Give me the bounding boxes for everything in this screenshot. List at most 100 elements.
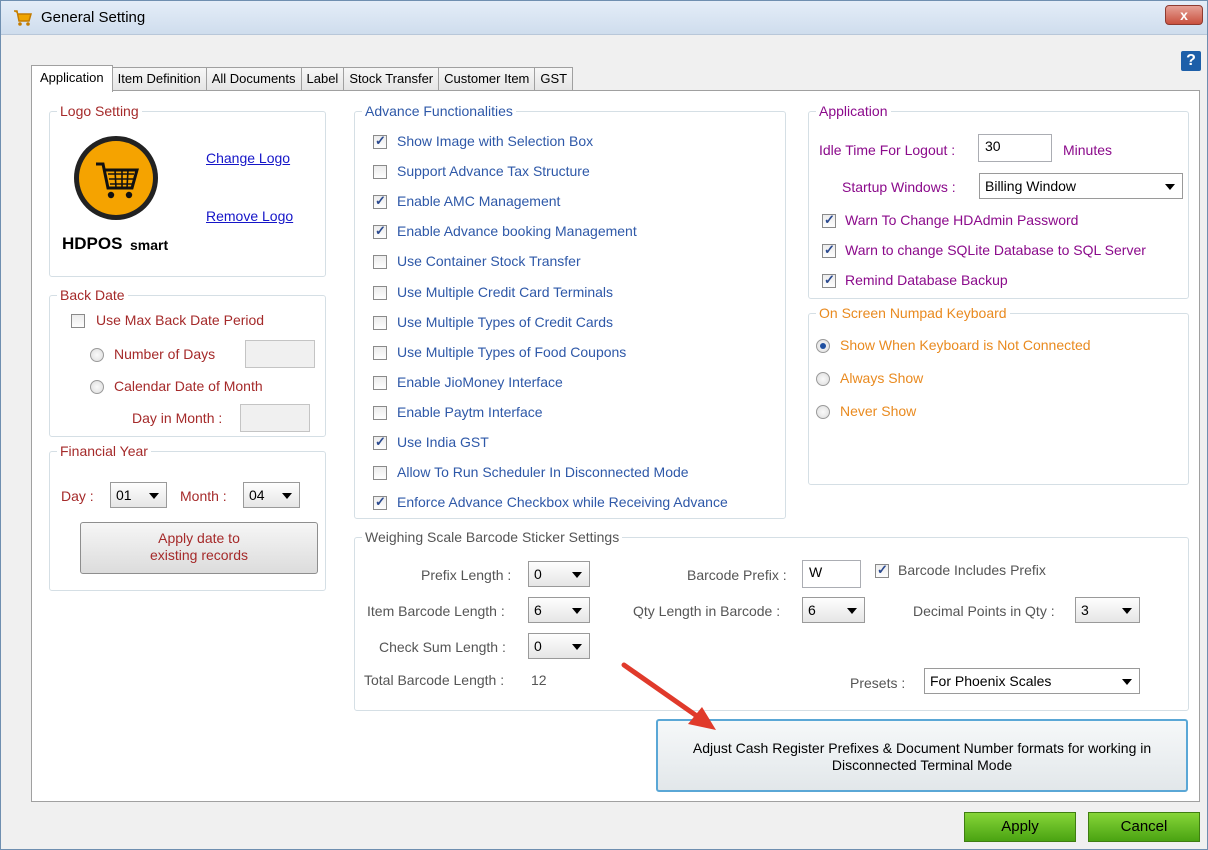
item-barcode-length-select[interactable]: 6 <box>528 597 590 623</box>
advance-option-checkbox[interactable] <box>373 375 387 390</box>
checkbox-label: Enforce Advance Checkbox while Receiving… <box>397 494 728 511</box>
group-title: Application <box>816 103 891 119</box>
group-title: Financial Year <box>57 443 151 459</box>
button-line: Apply date to <box>158 530 240 546</box>
advance-option-checkbox[interactable] <box>373 494 387 511</box>
numpad-option-radio[interactable] <box>816 372 830 386</box>
checkbox-label: Warn To Change HDAdmin Password <box>845 212 1079 228</box>
checkbox-label: Barcode Includes Prefix <box>898 562 1046 578</box>
checkbox-label: Use Multiple Types of Food Coupons <box>397 343 627 360</box>
checkbox-label: Use Multiple Credit Card Terminals <box>397 283 614 300</box>
month-select[interactable]: 04 <box>243 482 300 508</box>
dropdown-arrow-icon <box>847 608 857 614</box>
prefix-length-select[interactable]: 0 <box>528 561 590 587</box>
dropdown-arrow-icon <box>1165 184 1175 190</box>
day-select[interactable]: 01 <box>110 482 167 508</box>
numpad-option-radio[interactable] <box>816 405 830 419</box>
application-group: Application Idle Time For Logout : 30 Mi… <box>808 103 1189 299</box>
hdpos-logo <box>74 136 158 220</box>
check-sum-length-label: Check Sum Length : <box>379 639 506 655</box>
number-of-days-input[interactable] <box>245 340 315 368</box>
numpad-option-radio[interactable] <box>816 339 830 353</box>
change-logo-link[interactable]: Change Logo <box>206 150 290 166</box>
tab-bar: Application Item Definition All Document… <box>31 65 574 92</box>
dropdown-arrow-icon <box>1122 679 1132 685</box>
checkbox-label: Use Max Back Date Period <box>96 312 265 328</box>
checkbox-label: Use Container Stock Transfer <box>397 253 581 270</box>
checkbox-label: Show Image with Selection Box <box>397 133 594 149</box>
use-max-back-date-checkbox[interactable] <box>71 314 85 328</box>
apply-button[interactable]: Apply <box>964 812 1076 842</box>
close-button[interactable]: x <box>1165 5 1203 25</box>
weighing-scale-group: Weighing Scale Barcode Sticker Settings … <box>354 529 1189 711</box>
idle-time-label: Idle Time For Logout : <box>819 142 956 158</box>
month-label: Month : <box>180 488 227 504</box>
advance-option-checkbox[interactable] <box>373 466 387 481</box>
radio-label: Show When Keyboard is Not Connected <box>840 337 1091 353</box>
qty-length-select[interactable]: 6 <box>802 597 865 623</box>
tab-all-documents[interactable]: All Documents <box>205 67 302 91</box>
general-setting-window: General Setting x ? Application Item Def… <box>0 0 1208 850</box>
select-value: 0 <box>534 566 542 582</box>
apply-date-button[interactable]: Apply date to existing records <box>80 522 318 574</box>
remind-backup-checkbox[interactable] <box>822 272 836 288</box>
logo-text: HDPOS <box>62 234 123 253</box>
checkbox-label: Use Multiple Types of Credit Cards <box>397 313 614 330</box>
checkbox-label: Support Advance Tax Structure <box>397 163 590 180</box>
tab-gst[interactable]: GST <box>534 67 574 91</box>
qty-length-label: Qty Length in Barcode : <box>633 603 781 619</box>
day-in-month-input[interactable] <box>240 404 310 432</box>
dropdown-arrow-icon <box>149 493 159 499</box>
startup-windows-label: Startup Windows : <box>842 179 956 195</box>
checkbox-label: Enable AMC Management <box>397 193 561 210</box>
decimal-points-select[interactable]: 3 <box>1075 597 1140 623</box>
total-barcode-length-value: 12 <box>531 672 547 688</box>
tab-item-definition[interactable]: Item Definition <box>111 67 207 91</box>
checkbox-label: Remind Database Backup <box>845 272 1008 288</box>
advance-option-checkbox[interactable] <box>373 255 387 270</box>
tab-customer-item[interactable]: Customer Item <box>438 67 536 91</box>
advance-option-checkbox[interactable] <box>373 285 387 300</box>
logo-subtext: smart <box>130 237 169 253</box>
select-value: 04 <box>249 487 265 503</box>
close-icon: x <box>1180 7 1188 23</box>
advance-option-checkbox[interactable] <box>373 223 387 240</box>
advance-option-checkbox[interactable] <box>373 345 387 360</box>
presets-select[interactable]: For Phoenix Scales <box>924 668 1140 694</box>
tab-label[interactable]: Label <box>300 67 345 91</box>
tab-application[interactable]: Application <box>31 65 113 92</box>
total-barcode-length-label: Total Barcode Length : <box>364 672 505 688</box>
advance-option-checkbox[interactable] <box>373 193 387 210</box>
group-title: On Screen Numpad Keyboard <box>816 305 1010 321</box>
dropdown-arrow-icon <box>572 572 582 578</box>
startup-windows-select[interactable]: Billing Window <box>979 173 1183 199</box>
back-date-group: Back Date Use Max Back Date Period Numbe… <box>49 287 326 437</box>
window-title: General Setting <box>41 9 146 26</box>
numpad-keyboard-group: On Screen Numpad Keyboard Show When Keyb… <box>808 305 1189 485</box>
advance-option-checkbox[interactable] <box>373 405 387 420</box>
tab-stock-transfer[interactable]: Stock Transfer <box>343 67 440 91</box>
idle-unit-label: Minutes <box>1063 142 1113 158</box>
select-value: 0 <box>534 638 542 654</box>
check-sum-length-select[interactable]: 0 <box>528 633 590 659</box>
barcode-includes-prefix-checkbox[interactable] <box>875 562 889 578</box>
barcode-prefix-input[interactable]: W <box>802 560 861 588</box>
application-tab-panel: Logo Setting HDPOS smart Change Logo Rem… <box>31 90 1200 802</box>
warn-hdadmin-checkbox[interactable] <box>822 212 836 228</box>
number-of-days-radio[interactable] <box>90 348 104 362</box>
cart-icon <box>14 10 32 26</box>
day-in-month-label: Day in Month : <box>132 410 223 426</box>
idle-time-input[interactable]: 30 <box>978 134 1052 162</box>
remove-logo-link[interactable]: Remove Logo <box>206 208 293 224</box>
advance-option-checkbox[interactable] <box>373 315 387 330</box>
advance-option-checkbox[interactable] <box>373 165 387 180</box>
warn-sqlite-checkbox[interactable] <box>822 242 836 258</box>
cancel-button[interactable]: Cancel <box>1088 812 1200 842</box>
dropdown-arrow-icon <box>572 608 582 614</box>
advance-option-checkbox[interactable] <box>373 133 387 149</box>
adjust-prefixes-button[interactable]: Adjust Cash Register Prefixes & Document… <box>656 719 1188 792</box>
group-title: Back Date <box>57 287 128 303</box>
advance-option-checkbox[interactable] <box>373 434 387 450</box>
calendar-date-radio[interactable] <box>90 380 104 394</box>
help-icon[interactable]: ? <box>1181 51 1201 71</box>
